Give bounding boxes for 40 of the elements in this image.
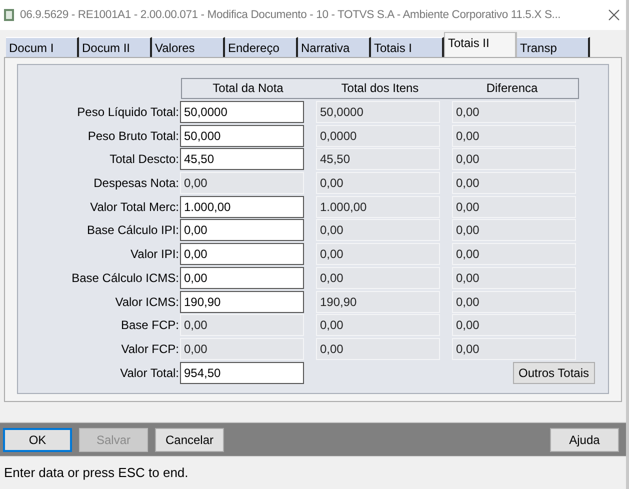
dialog-button[interactable]: OK — [3, 428, 72, 452]
field-label: Total Descto: — [108, 151, 180, 168]
text-field[interactable]: 0,00 — [180, 243, 304, 266]
field-label: Valor FCP: — [120, 340, 180, 358]
text-field[interactable]: 190,90 — [180, 290, 304, 312]
outros-totais-button[interactable]: Outros Totais — [512, 362, 595, 384]
tab[interactable]: Totais II — [444, 32, 517, 57]
column-header: Diferenca — [485, 80, 539, 97]
column-header: Total dos Itens — [340, 80, 420, 97]
tab[interactable]: Totais I — [371, 37, 444, 57]
window-title: 06.9.5629 - RE1001A1 - 2.00.00.071 - Modifica Documento - 10 - TOTVS S.A - Ambiente Corporativo 11.5.X S... — [20, 8, 562, 23]
field-label: Base Cálculo IPI: — [86, 222, 180, 240]
text-field[interactable]: 45,50 — [180, 148, 304, 170]
field-label: Valor Total: — [119, 364, 180, 382]
dialog-button[interactable]: Cancelar — [155, 428, 224, 452]
tab[interactable]: Endereço — [225, 37, 298, 57]
text-field[interactable]: 0,00 — [180, 266, 304, 289]
tab[interactable]: Docum II — [79, 37, 152, 57]
text-field[interactable]: 1.000,00 — [180, 196, 304, 218]
text-field[interactable]: 50,000 — [180, 124, 304, 147]
field-label: Base Cálculo ICMS: — [70, 270, 180, 287]
tab[interactable]: Valores — [152, 37, 225, 57]
text-field[interactable]: 50,0000 — [180, 101, 304, 123]
field-label: Peso Bruto Total: — [86, 128, 180, 145]
field-label: Valor IPI: — [130, 246, 180, 264]
tab[interactable]: Transp — [517, 37, 590, 57]
tab[interactable]: Docum I — [6, 37, 79, 57]
text-field[interactable]: 0,00 — [180, 219, 304, 242]
text-field[interactable]: 954,50 — [180, 362, 304, 384]
field-label: Base FCP: — [120, 317, 180, 334]
field-label: Valor ICMS: — [114, 294, 180, 310]
help-button[interactable]: Ajuda — [550, 428, 619, 452]
column-header: Total da Nota — [212, 80, 284, 97]
field-label: Valor Total Merc: — [89, 198, 180, 216]
field-label: Despesas Nota: — [92, 175, 180, 192]
status-text: Enter data or press ESC to end. — [4, 464, 188, 482]
app-icon — [4, 8, 14, 22]
close-icon[interactable] — [608, 9, 620, 21]
tab[interactable]: Narrativa — [298, 37, 371, 57]
field-label: Peso Líquido Total: — [76, 104, 180, 121]
